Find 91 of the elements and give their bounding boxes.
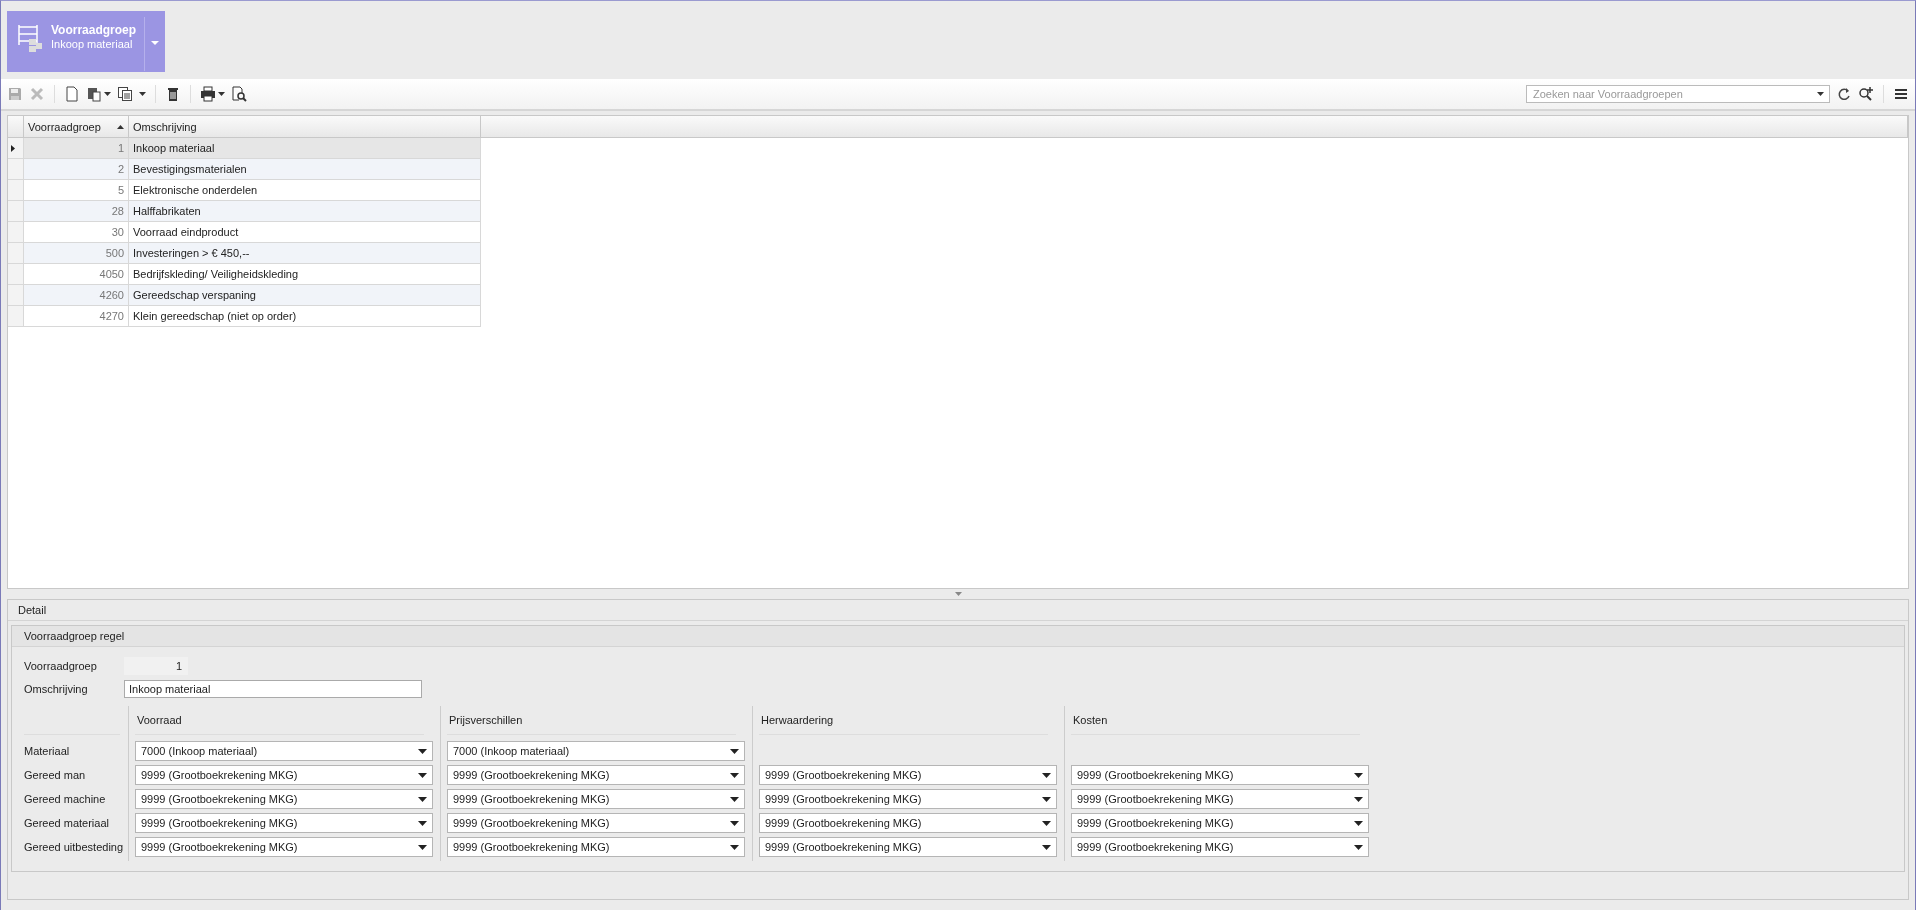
account-dropdown[interactable]: 9999 (Grootboekrekening MKG) — [1071, 765, 1369, 785]
table-cell: 28 — [24, 201, 129, 222]
field-label: Omschrijving — [24, 683, 89, 695]
shelves-icon — [17, 23, 43, 53]
account-dropdown[interactable]: 9999 (Grootboekrekening MKG) — [135, 765, 433, 785]
row-label: Gereed uitbesteding — [24, 841, 124, 853]
refresh-icon[interactable] — [1836, 86, 1852, 102]
account-dropdown[interactable]: 7000 (Inkoop materiaal) — [447, 741, 745, 761]
caret-icon — [1042, 772, 1051, 778]
table-cell: 4270 — [24, 306, 129, 327]
column-header[interactable]: Voorraadgroep — [24, 116, 129, 137]
caret-icon — [418, 844, 427, 850]
table-row[interactable]: 28 Halffabrikaten — [8, 201, 481, 222]
caret-icon — [1354, 772, 1363, 778]
account-dropdown[interactable]: 9999 (Grootboekrekening MKG) — [759, 789, 1057, 809]
account-dropdown[interactable]: 9999 (Grootboekrekening MKG) — [759, 765, 1057, 785]
account-dropdown[interactable]: 7000 (Inkoop materiaal) — [135, 741, 433, 761]
table-cell: Bevestigingsmaterialen — [129, 159, 481, 180]
module-subtitle: Inkoop materiaal — [51, 37, 134, 51]
table-cell: 4260 — [24, 285, 129, 306]
panel-title: Detail — [18, 604, 47, 616]
column-heading: Kosten — [1073, 714, 1108, 726]
column-heading: Prijsverschillen — [449, 714, 523, 726]
account-dropdown[interactable]: 9999 (Grootboekrekening MKG) — [135, 813, 433, 833]
account-dropdown[interactable]: 9999 (Grootboekrekening MKG) — [759, 813, 1057, 833]
caret-icon — [104, 92, 111, 96]
account-dropdown[interactable]: 9999 (Grootboekrekening MKG) — [759, 837, 1057, 857]
table-cell: 1 — [24, 138, 129, 159]
caret-icon[interactable] — [151, 41, 159, 45]
account-dropdown[interactable]: 9999 (Grootboekrekening MKG) — [447, 837, 745, 857]
table-row[interactable]: 4260 Gereedschap verspaning — [8, 285, 481, 306]
current-row-icon — [11, 144, 15, 152]
account-dropdown[interactable]: 9999 (Grootboekrekening MKG) — [447, 813, 745, 833]
menu-icon[interactable] — [1893, 86, 1909, 102]
group-title: Voorraadgroep regel — [24, 630, 125, 642]
print-button[interactable] — [200, 86, 225, 102]
table-cell: 2 — [24, 159, 129, 180]
dropdown-caret-icon — [1817, 92, 1824, 96]
caret-icon — [1042, 844, 1051, 850]
column-heading: Herwaardering — [761, 714, 834, 726]
field-label: Voorraadgroep — [24, 660, 98, 672]
caret-icon — [1354, 796, 1363, 802]
table-row[interactable]: 500 Investeringen > € 450,-- — [8, 243, 481, 264]
row-label: Gereed machine — [24, 793, 106, 805]
account-dropdown[interactable]: 9999 (Grootboekrekening MKG) — [1071, 813, 1369, 833]
search-field[interactable]: Zoeken naar Voorraadgroepen — [1526, 85, 1830, 103]
paste-button[interactable] — [86, 86, 111, 102]
column-heading: Voorraad — [137, 714, 182, 726]
caret-icon — [418, 820, 427, 826]
dropdown-caret-icon — [139, 92, 146, 96]
table-cell: Investeringen > € 450,-- — [129, 243, 481, 264]
caret-icon — [1354, 844, 1363, 850]
caret-icon — [1042, 796, 1051, 802]
caret-icon — [1042, 820, 1051, 826]
copy-icon[interactable] — [117, 86, 133, 102]
search-add-icon[interactable] — [1858, 86, 1874, 102]
account-dropdown[interactable]: 9999 (Grootboekrekening MKG) — [1071, 837, 1369, 857]
caret-icon — [730, 820, 739, 826]
table-row[interactable]: 1 Inkoop materiaal — [8, 138, 481, 159]
print-preview-icon[interactable] — [231, 86, 247, 102]
caret-icon — [730, 772, 739, 778]
caret-icon — [730, 748, 739, 754]
caret-icon — [218, 92, 225, 96]
account-dropdown[interactable]: 9999 (Grootboekrekening MKG) — [447, 765, 745, 785]
caret-icon — [1354, 820, 1363, 826]
account-dropdown[interactable]: 9999 (Grootboekrekening MKG) — [135, 789, 433, 809]
row-label: Gereed materiaal — [24, 817, 109, 829]
module-title: Voorraadgroep — [51, 23, 137, 37]
text-field[interactable]: Inkoop materiaal — [124, 680, 422, 698]
table-row[interactable]: 2 Bevestigingsmaterialen — [8, 159, 481, 180]
account-dropdown[interactable]: 9999 (Grootboekrekening MKG) — [1071, 789, 1369, 809]
readonly-field: 1 — [124, 657, 188, 675]
new-document-icon[interactable] — [64, 86, 80, 102]
caret-icon — [418, 748, 427, 754]
row-label: Materiaal — [24, 745, 70, 757]
caret-icon — [418, 772, 427, 778]
splitter-handle-icon[interactable] — [954, 592, 962, 596]
delete-icon[interactable] — [165, 86, 181, 102]
table-cell: 500 — [24, 243, 129, 264]
table-row[interactable]: 4270 Klein gereedschap (niet op order) — [8, 306, 481, 327]
table-cell: Gereedschap verspaning — [129, 285, 481, 306]
caret-icon — [418, 796, 427, 802]
row-label: Gereed man — [24, 769, 86, 781]
caret-icon — [730, 844, 739, 850]
column-header[interactable]: Omschrijving — [129, 116, 481, 137]
table-cell: Halffabrikaten — [129, 201, 481, 222]
table-cell: Inkoop materiaal — [129, 138, 481, 159]
account-dropdown[interactable]: 9999 (Grootboekrekening MKG) — [447, 789, 745, 809]
caret-icon — [730, 796, 739, 802]
account-dropdown[interactable]: 9999 (Grootboekrekening MKG) — [135, 837, 433, 857]
table-cell: Klein gereedschap (niet op order) — [129, 306, 481, 327]
